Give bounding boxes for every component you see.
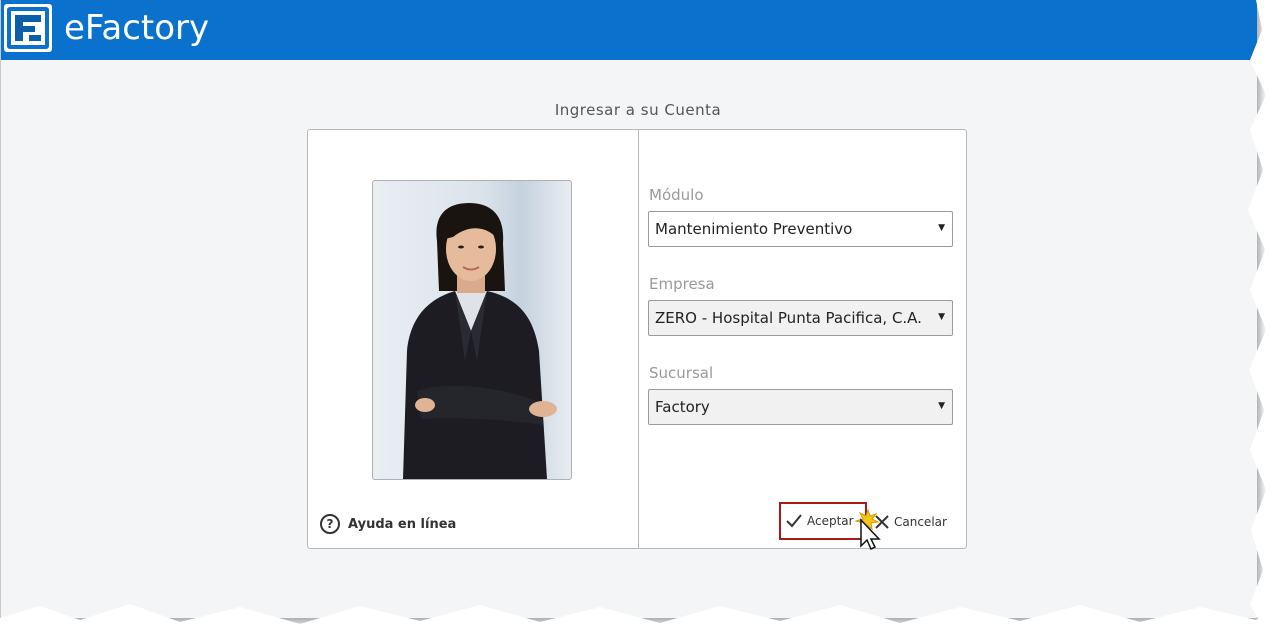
empresa-value: ZERO - Hospital Punta Pacifica, C.A.: [655, 309, 922, 327]
mouse-cursor-icon: [854, 508, 884, 556]
sucursal-select[interactable]: Factory ▼: [648, 389, 953, 425]
help-online-link[interactable]: ? Ayuda en línea: [320, 514, 456, 534]
app-window: eFactory Ingresar a su Cuenta ? Ayuda en…: [0, 0, 1257, 618]
dropdown-arrow-icon: ▼: [938, 401, 945, 411]
check-icon: [785, 513, 803, 529]
efactory-logo-icon: [4, 4, 52, 52]
modulo-value: Mantenimiento Preventivo: [655, 220, 853, 238]
sucursal-label: Sucursal: [649, 364, 714, 382]
empresa-select[interactable]: ZERO - Hospital Punta Pacifica, C.A. ▼: [648, 300, 953, 336]
modulo-select[interactable]: Mantenimiento Preventivo ▼: [648, 211, 953, 247]
dropdown-arrow-icon: ▼: [938, 312, 945, 322]
empresa-label: Empresa: [649, 275, 715, 293]
sucursal-value: Factory: [655, 398, 710, 416]
cancel-label: Cancelar: [894, 515, 947, 529]
login-card: ? Ayuda en línea Módulo Mantenimiento Pr…: [307, 129, 967, 551]
cancel-button[interactable]: Cancelar: [874, 512, 947, 532]
app-title: eFactory: [64, 8, 210, 48]
modulo-label: Módulo: [649, 186, 704, 204]
login-heading: Ingresar a su Cuenta: [554, 101, 722, 119]
top-bar: eFactory: [1, 0, 1257, 60]
help-circle-icon: ?: [320, 514, 340, 534]
user-photo: [372, 180, 572, 480]
dropdown-arrow-icon: ▼: [938, 223, 945, 233]
accept-label: Aceptar: [807, 514, 854, 528]
help-online-label: Ayuda en línea: [348, 516, 457, 532]
card-divider: [638, 130, 639, 548]
